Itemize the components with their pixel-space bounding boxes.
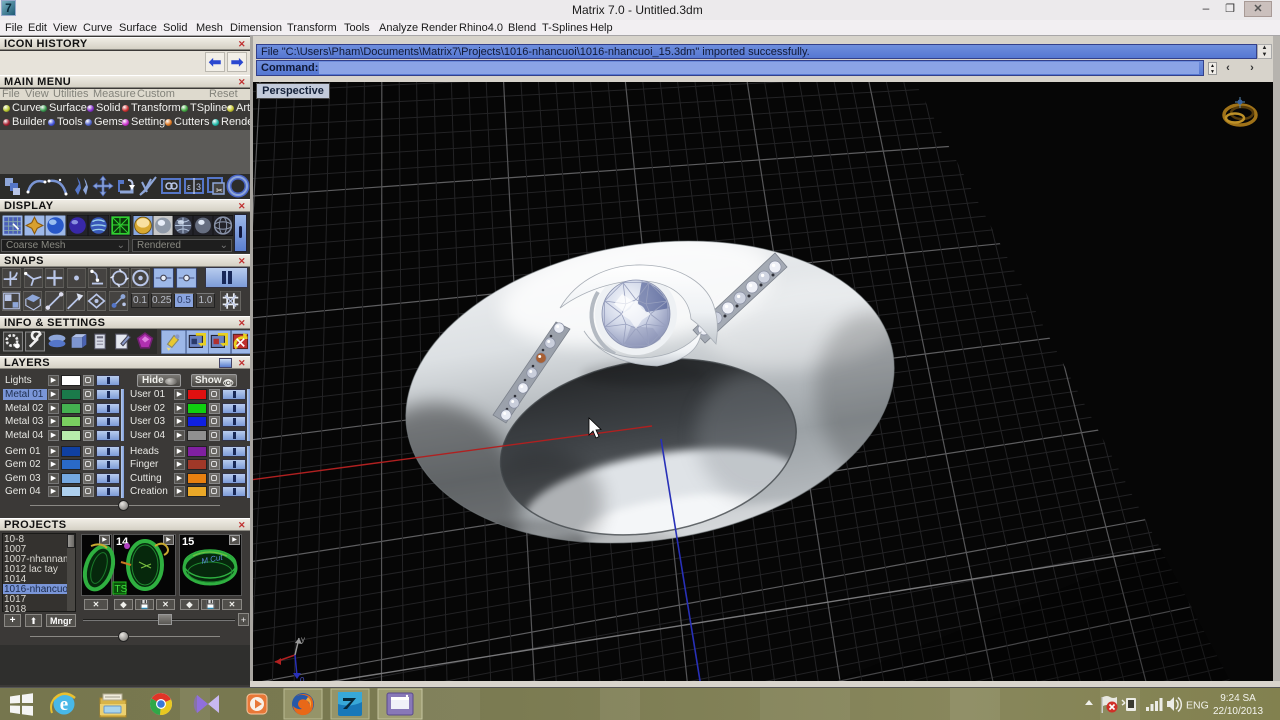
svg-text:e: e xyxy=(60,694,68,715)
svg-text:9:24 SA: 9:24 SA xyxy=(1220,693,1256,704)
svg-text:✂: ✂ xyxy=(216,186,223,195)
svg-text:22/10/2013: 22/10/2013 xyxy=(1213,706,1263,717)
svg-text:y: y xyxy=(301,635,305,644)
svg-text:TS: TS xyxy=(115,584,128,595)
svg-text:3: 3 xyxy=(196,182,201,192)
svg-text:ε: ε xyxy=(187,182,191,192)
svg-text:ENG: ENG xyxy=(1186,700,1209,712)
